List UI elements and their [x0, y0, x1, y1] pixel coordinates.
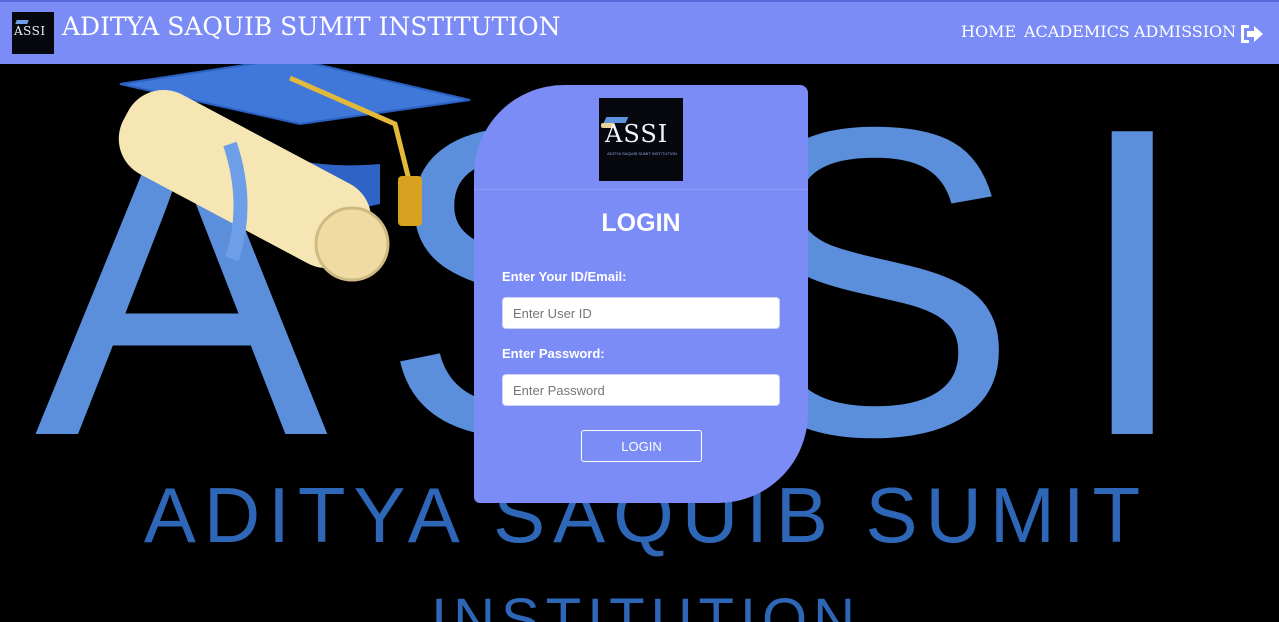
- nav-academics-link[interactable]: ACADEMICS: [1024, 22, 1130, 41]
- login-page: ASSI ADITYA SAQUIB SUMIT INSTITUTION ASS…: [0, 0, 1279, 622]
- user-id-label: Enter Your ID/Email:: [502, 269, 627, 284]
- user-id-input[interactable]: [502, 297, 780, 329]
- header-logo-text: ASSI: [14, 24, 46, 38]
- login-button[interactable]: LOGIN: [581, 430, 702, 462]
- nav-admission-link[interactable]: ADMISSION: [1134, 22, 1236, 41]
- card-divider: [474, 189, 808, 190]
- site-title: ADITYA SAQUIB SUMIT INSTITUTION: [62, 12, 561, 41]
- background-logo-line2: INSTITUTION: [431, 587, 861, 622]
- logo-letters: ASSI: [605, 120, 669, 148]
- login-title: LOGIN: [601, 209, 681, 237]
- sign-out-icon[interactable]: [1238, 23, 1264, 45]
- nav-home-link[interactable]: HOME: [961, 22, 1016, 41]
- top-navbar: ASSI ADITYA SAQUIB SUMIT INSTITUTION HOM…: [0, 0, 1279, 64]
- institution-logo: ASSI ADITYA SAQUIB SUMIT INSTITUTION: [599, 98, 683, 181]
- password-label: Enter Password:: [502, 346, 605, 361]
- password-input[interactable]: [502, 374, 780, 406]
- header-logo[interactable]: ASSI: [12, 12, 54, 54]
- logo-subtext: ADITYA SAQUIB SUMIT INSTITUTION: [607, 151, 677, 156]
- login-card: ASSI ADITYA SAQUIB SUMIT INSTITUTION LOG…: [474, 85, 808, 503]
